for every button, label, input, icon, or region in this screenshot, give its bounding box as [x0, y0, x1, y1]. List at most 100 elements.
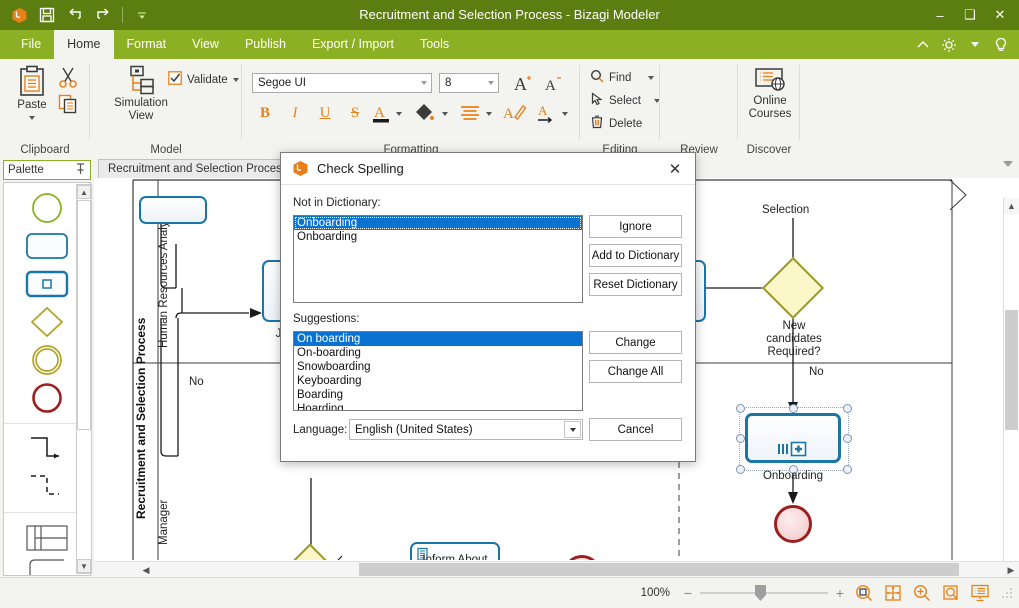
tab-home[interactable]: Home: [54, 30, 114, 59]
collapse-ribbon-icon[interactable]: [911, 33, 935, 57]
suggestion-item[interactable]: On boarding: [294, 332, 582, 346]
fit-to-page-icon[interactable]: [881, 581, 905, 605]
tab-file[interactable]: File: [8, 30, 54, 59]
canvas-horizontal-scroll-thumb[interactable]: [359, 563, 959, 576]
grow-font-button[interactable]: A: [512, 71, 534, 98]
not-in-dictionary-item[interactable]: Onboarding: [294, 216, 582, 230]
font-color-dropdown-caret-icon[interactable]: [396, 112, 402, 116]
resize-grip-icon[interactable]: [1001, 587, 1013, 599]
find-button[interactable]: Find: [590, 69, 655, 86]
ignore-button[interactable]: Ignore: [589, 215, 682, 238]
tab-format[interactable]: Format: [114, 30, 180, 59]
text-direction-button[interactable]: A: [534, 101, 558, 128]
dialog-close-icon[interactable]: ✕: [663, 157, 687, 181]
pin-icon[interactable]: [75, 162, 86, 178]
suggestion-item[interactable]: On-boarding: [294, 346, 582, 360]
task-partial-top[interactable]: [139, 196, 207, 224]
resize-handle-nw[interactable]: [736, 404, 745, 413]
canvas-scroll-up-arrow[interactable]: ▲: [1004, 198, 1019, 214]
zoom-out-button[interactable]: −: [681, 585, 695, 601]
chevron-down-icon[interactable]: [488, 81, 494, 85]
change-button[interactable]: Change: [589, 331, 682, 354]
find-dropdown-caret-icon[interactable]: [648, 75, 655, 80]
resize-handle-w[interactable]: [736, 434, 745, 443]
tab-view[interactable]: View: [179, 30, 232, 59]
select-button[interactable]: Select: [590, 92, 660, 109]
underline-button[interactable]: U: [312, 101, 338, 125]
italic-button[interactable]: I: [282, 101, 308, 125]
shrink-font-button[interactable]: A: [542, 71, 564, 98]
document-tab[interactable]: Recruitment and Selection Process: [98, 159, 298, 179]
not-in-dictionary-item[interactable]: Onboarding: [294, 230, 582, 244]
canvas-horizontal-scrollbar[interactable]: ◀ ▶: [94, 561, 1019, 578]
fill-color-dropdown-caret-icon[interactable]: [442, 112, 448, 116]
redo-icon[interactable]: [90, 3, 116, 27]
resize-handle-n[interactable]: [789, 404, 798, 413]
settings-gear-icon[interactable]: [937, 33, 961, 57]
fill-color-button[interactable]: [412, 101, 438, 128]
resize-handle-e[interactable]: [843, 434, 852, 443]
align-button[interactable]: [458, 101, 482, 128]
copy-button[interactable]: [57, 93, 79, 118]
maximize-button[interactable]: ❑: [955, 2, 985, 28]
delete-button[interactable]: Delete: [590, 115, 642, 132]
zoom-to-selection-icon[interactable]: [852, 581, 876, 605]
presentation-view-icon[interactable]: [968, 581, 992, 605]
suggestion-item[interactable]: Keyboarding: [294, 374, 582, 388]
change-all-button[interactable]: Change All: [589, 360, 682, 383]
end-event-onboarding[interactable]: [774, 505, 812, 543]
canvas-scroll-right-arrow[interactable]: ▶: [1003, 562, 1019, 578]
tab-tools[interactable]: Tools: [407, 30, 462, 59]
font-family-combo[interactable]: Segoe UI: [252, 73, 432, 93]
resize-handle-ne[interactable]: [843, 404, 852, 413]
text-direction-dropdown-caret-icon[interactable]: [562, 112, 568, 116]
suggestion-item[interactable]: Snowboarding: [294, 360, 582, 374]
minimize-button[interactable]: –: [925, 2, 955, 28]
tab-publish[interactable]: Publish: [232, 30, 299, 59]
palette-scroll-up-arrow[interactable]: ▲: [77, 185, 91, 199]
undo-icon[interactable]: [62, 3, 88, 27]
zoom-region-icon[interactable]: [939, 581, 963, 605]
font-color-button[interactable]: A: [370, 101, 394, 128]
chevron-down-icon[interactable]: [421, 81, 427, 85]
zoom-slider-thumb[interactable]: [755, 585, 766, 601]
online-courses-button[interactable]: Online Courses: [742, 67, 798, 121]
font-size-combo[interactable]: 8: [439, 73, 499, 93]
simulation-view-button[interactable]: Simulation View: [104, 65, 178, 123]
format-painter-button[interactable]: A: [502, 101, 528, 128]
paste-button[interactable]: Paste: [8, 65, 56, 120]
palette-scroll-down-arrow[interactable]: ▼: [77, 559, 91, 573]
suggestion-item[interactable]: Hoarding: [294, 402, 582, 410]
palette-scroll-thumb[interactable]: [77, 200, 91, 430]
align-dropdown-caret-icon[interactable]: [486, 112, 492, 116]
document-tab-overflow-caret-icon[interactable]: [1003, 161, 1013, 167]
canvas-vertical-scrollbar[interactable]: ▲ ▼: [1003, 198, 1019, 578]
settings-dropdown-caret-icon[interactable]: [963, 33, 987, 57]
zoom-in-button[interactable]: +: [833, 585, 847, 601]
reset-dictionary-button[interactable]: Reset Dictionary: [589, 273, 682, 296]
canvas-vertical-scroll-thumb[interactable]: [1005, 310, 1018, 430]
add-to-dictionary-button[interactable]: Add to Dictionary: [589, 244, 682, 267]
customize-qat-icon[interactable]: [129, 3, 155, 27]
strikethrough-button[interactable]: S: [342, 101, 368, 125]
validate-button[interactable]: Validate: [168, 71, 239, 88]
save-icon[interactable]: [34, 3, 60, 27]
tab-export-import[interactable]: Export / Import: [299, 30, 407, 59]
cut-button[interactable]: [57, 66, 79, 91]
paste-dropdown-caret-icon[interactable]: [29, 116, 35, 120]
palette-scrollbar[interactable]: ▲ ▼: [76, 184, 92, 574]
bold-button[interactable]: B: [252, 101, 278, 125]
cancel-button[interactable]: Cancel: [589, 418, 682, 441]
app-logo-icon[interactable]: [6, 3, 32, 27]
chevron-down-icon[interactable]: [564, 421, 581, 438]
resize-handle-se[interactable]: [843, 465, 852, 474]
close-button[interactable]: ✕: [985, 2, 1015, 28]
zoom-in-icon[interactable]: [910, 581, 934, 605]
help-bulb-icon[interactable]: [989, 33, 1013, 57]
suggestion-item[interactable]: Boarding: [294, 388, 582, 402]
language-combo[interactable]: English (United States): [349, 419, 583, 440]
not-in-dictionary-listbox[interactable]: Onboarding Onboarding: [293, 215, 583, 303]
validate-dropdown-caret-icon[interactable]: [232, 77, 239, 82]
suggestions-listbox[interactable]: On boarding On-boarding Snowboarding Key…: [293, 331, 583, 411]
canvas-scroll-left-arrow[interactable]: ◀: [138, 562, 154, 578]
